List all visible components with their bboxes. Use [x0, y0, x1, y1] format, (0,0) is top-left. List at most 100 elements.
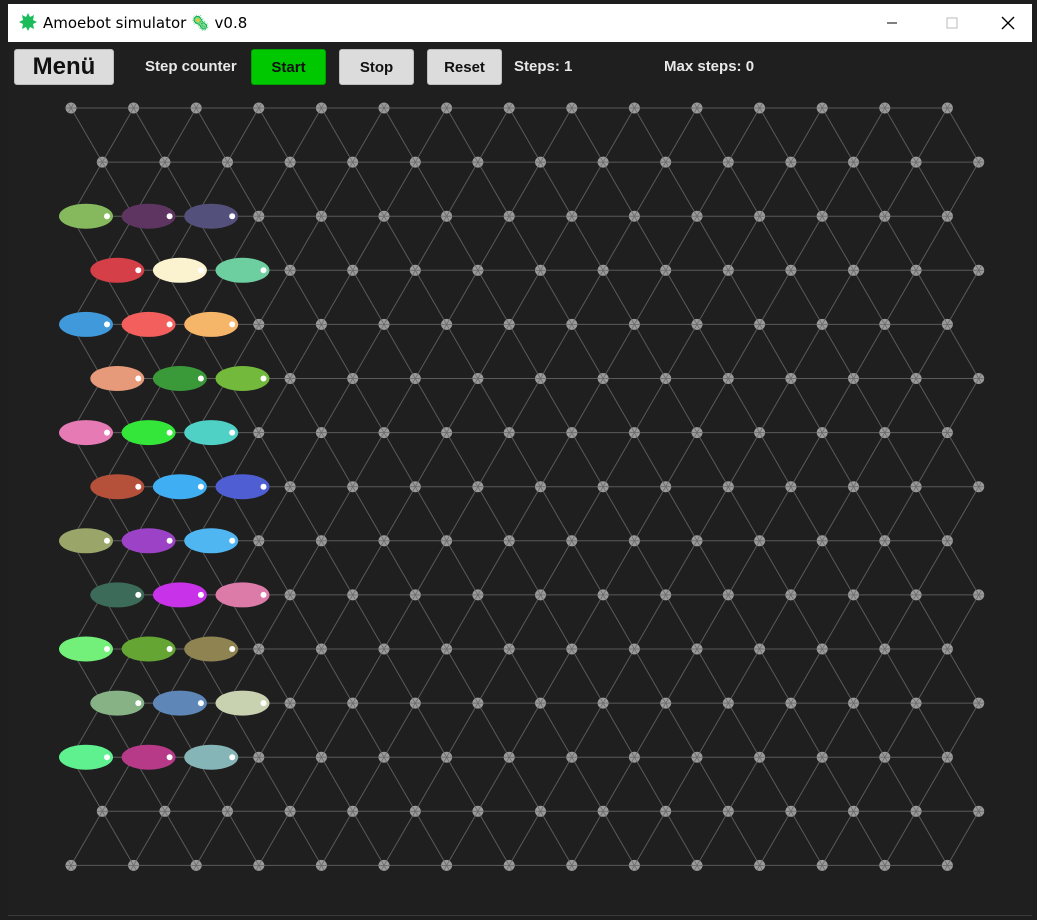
grid-node[interactable] [566, 210, 578, 222]
amoebot[interactable] [184, 744, 239, 770]
grid-node[interactable] [722, 156, 734, 168]
grid-node[interactable] [660, 589, 672, 601]
grid-node[interactable] [378, 210, 390, 222]
grid-node[interactable] [816, 210, 828, 222]
amoebot[interactable] [90, 582, 145, 608]
grid-node[interactable] [691, 643, 703, 655]
grid-node[interactable] [628, 427, 640, 439]
amoebot[interactable] [121, 311, 176, 337]
grid-node[interactable] [347, 373, 359, 384]
grid-node[interactable] [128, 859, 140, 871]
grid-node[interactable] [315, 210, 327, 222]
grid-node[interactable] [347, 264, 359, 276]
amoebot[interactable] [215, 474, 270, 500]
close-button[interactable] [978, 4, 1037, 42]
grid-node[interactable] [503, 427, 515, 439]
amoebot[interactable] [59, 311, 113, 337]
amoebot[interactable] [90, 366, 145, 391]
grid-node[interactable] [284, 697, 296, 709]
grid-node[interactable] [190, 859, 202, 871]
maximize-button[interactable] [922, 4, 982, 42]
grid-node[interactable] [347, 156, 359, 168]
grid-node[interactable] [691, 535, 703, 547]
grid-node[interactable] [691, 210, 703, 222]
grid-node[interactable] [65, 859, 77, 871]
grid-node[interactable] [754, 318, 766, 330]
grid-node[interactable] [315, 535, 327, 547]
amoebot[interactable] [152, 257, 207, 283]
grid-node[interactable] [535, 373, 546, 384]
amoebot[interactable] [184, 203, 239, 229]
amoebot[interactable] [90, 474, 145, 500]
amoebot[interactable] [121, 636, 176, 662]
grid-node[interactable] [347, 697, 359, 709]
grid-node[interactable] [441, 318, 453, 330]
grid-node[interactable] [879, 102, 891, 114]
grid-node[interactable] [472, 697, 484, 709]
grid-node[interactable] [848, 156, 859, 168]
grid-node[interactable] [722, 264, 734, 276]
grid-node[interactable] [785, 805, 797, 817]
grid-node[interactable] [315, 643, 327, 655]
amoebot[interactable] [152, 366, 207, 391]
grid-node[interactable] [941, 318, 953, 330]
grid-node[interactable] [472, 264, 484, 276]
grid-node[interactable] [722, 805, 734, 817]
amoebot[interactable] [121, 528, 176, 554]
grid-node[interactable] [315, 427, 327, 439]
grid-node[interactable] [535, 697, 546, 709]
grid-node[interactable] [628, 535, 640, 547]
grid-node[interactable] [315, 318, 327, 330]
grid-node[interactable] [691, 102, 703, 114]
grid-node[interactable] [503, 859, 515, 871]
grid-node[interactable] [941, 102, 953, 114]
grid-node[interactable] [691, 427, 703, 439]
grid-node[interactable] [535, 805, 546, 817]
grid-node[interactable] [347, 805, 359, 817]
grid-node[interactable] [472, 156, 484, 168]
grid-node[interactable] [253, 751, 265, 763]
grid-node[interactable] [660, 805, 672, 817]
amoebot[interactable] [90, 257, 145, 283]
grid-node[interactable] [722, 481, 734, 493]
grid-node[interactable] [816, 102, 828, 114]
grid-node[interactable] [284, 373, 296, 384]
grid-node[interactable] [910, 481, 922, 493]
grid-node[interactable] [660, 373, 672, 384]
grid-node[interactable] [315, 859, 327, 871]
grid-node[interactable] [785, 481, 797, 493]
grid-node[interactable] [441, 427, 453, 439]
amoebot[interactable] [152, 690, 207, 716]
grid-node[interactable] [409, 697, 421, 709]
grid-node[interactable] [472, 805, 484, 817]
grid-node[interactable] [941, 643, 953, 655]
amoebot[interactable] [184, 420, 239, 446]
grid-node[interactable] [785, 697, 797, 709]
grid-node[interactable] [910, 264, 922, 276]
grid-node[interactable] [660, 156, 672, 168]
grid-node[interactable] [691, 318, 703, 330]
grid-node[interactable] [660, 264, 672, 276]
grid-node[interactable] [848, 697, 859, 709]
grid-node[interactable] [535, 156, 546, 168]
grid-node[interactable] [722, 373, 734, 384]
grid-node[interactable] [409, 156, 421, 168]
grid-node[interactable] [848, 373, 859, 384]
grid-node[interactable] [941, 210, 953, 222]
grid-node[interactable] [378, 535, 390, 547]
amoebot[interactable] [121, 203, 176, 229]
amoebot[interactable] [90, 690, 145, 716]
grid-node[interactable] [409, 805, 421, 817]
grid-node[interactable] [409, 373, 421, 384]
grid-node[interactable] [785, 156, 797, 168]
grid-node[interactable] [441, 859, 453, 871]
grid-node[interactable] [754, 102, 766, 114]
grid-node[interactable] [816, 751, 828, 763]
grid-node[interactable] [441, 210, 453, 222]
grid-node[interactable] [378, 751, 390, 763]
grid-node[interactable] [253, 859, 265, 871]
grid-node[interactable] [535, 481, 546, 493]
grid-node[interactable] [973, 481, 985, 493]
grid-node[interactable] [973, 156, 985, 168]
grid-node[interactable] [785, 264, 797, 276]
